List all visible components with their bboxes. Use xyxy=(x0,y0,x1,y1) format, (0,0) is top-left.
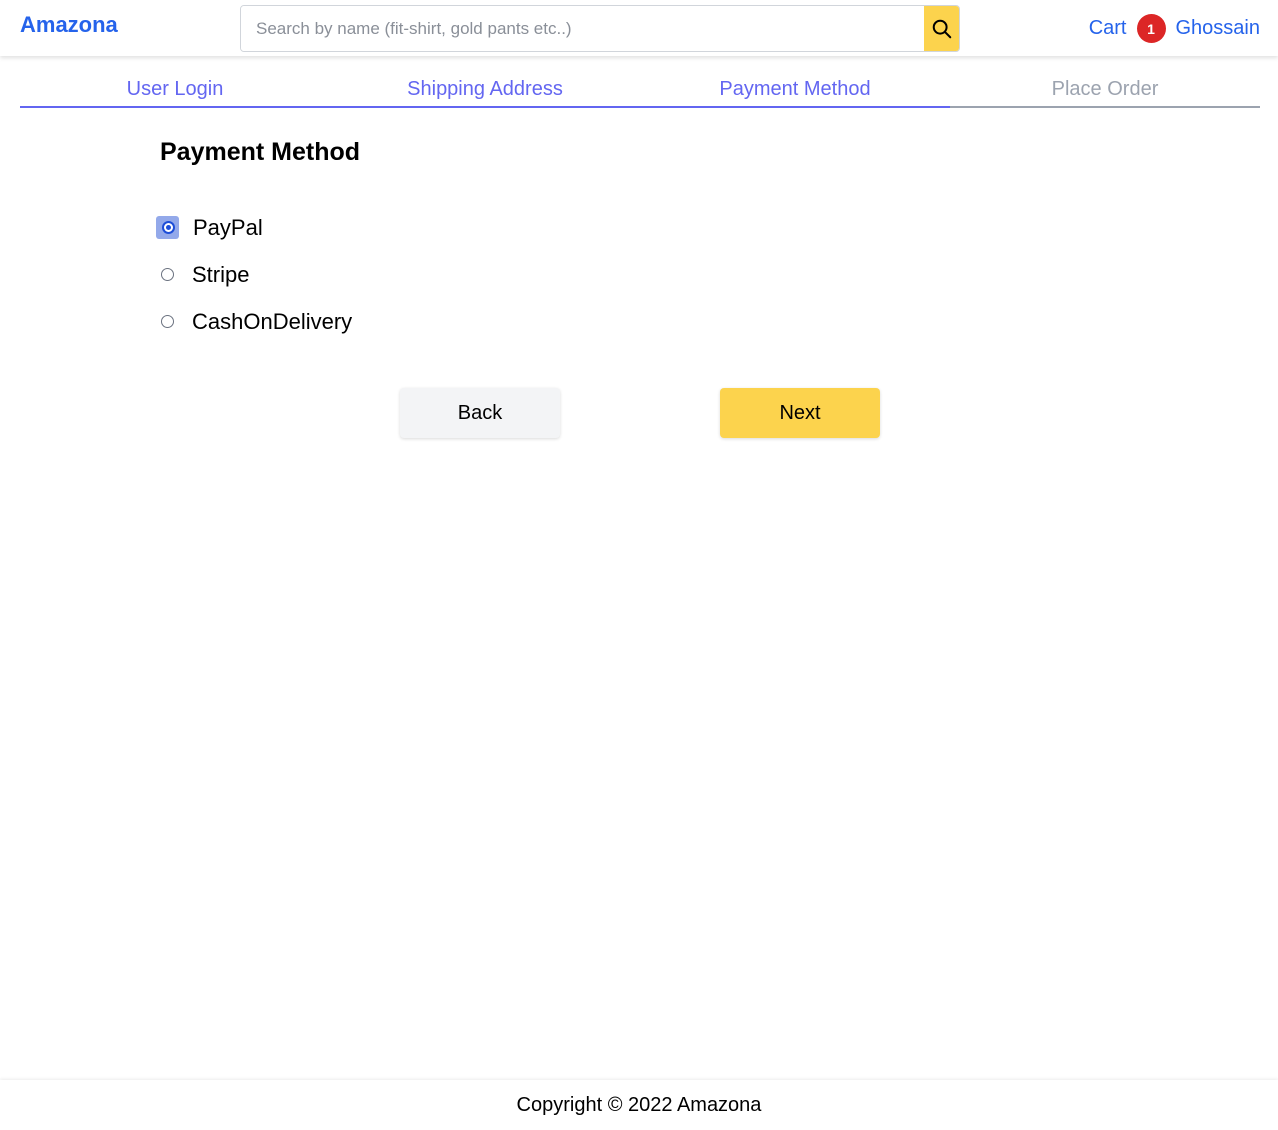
step-shipping-address: Shipping Address xyxy=(330,78,640,108)
payment-option-cash-on-delivery: CashOnDelivery xyxy=(160,289,880,354)
checkout-steps: User Login Shipping Address Payment Meth… xyxy=(20,78,1260,108)
site-header: Amazona Cart 1 Ghossain xyxy=(0,0,1278,56)
user-menu-link[interactable]: Ghossain xyxy=(1176,17,1261,40)
brand-logo-link[interactable]: Amazona xyxy=(20,12,118,38)
back-button[interactable]: Back xyxy=(400,388,560,438)
search-bar xyxy=(240,5,960,52)
cash-on-delivery-label[interactable]: CashOnDelivery xyxy=(192,309,352,335)
search-button[interactable] xyxy=(924,6,959,51)
radio-focus-ring xyxy=(156,216,179,239)
paypal-label[interactable]: PayPal xyxy=(193,215,263,241)
cart-count-badge: 1 xyxy=(1136,14,1166,43)
stripe-label[interactable]: Stripe xyxy=(192,262,249,288)
step-payment-method: Payment Method xyxy=(640,78,950,108)
page-title: Payment Method xyxy=(160,138,361,166)
header-nav: Cart 1 Ghossain xyxy=(1089,14,1260,43)
step-place-order: Place Order xyxy=(950,78,1260,108)
cart-link[interactable]: Cart xyxy=(1089,17,1127,40)
site-footer: Copyright © 2022 Amazona xyxy=(0,1080,1278,1130)
copyright-text: Copyright © 2022 Amazona xyxy=(516,1093,762,1116)
paypal-radio[interactable] xyxy=(161,221,175,234)
search-input[interactable] xyxy=(241,6,924,51)
step-user-login: User Login xyxy=(20,78,330,108)
search-icon xyxy=(932,19,951,38)
cash-on-delivery-radio[interactable] xyxy=(161,315,174,328)
next-button[interactable]: Next xyxy=(720,388,880,438)
stripe-radio[interactable] xyxy=(161,268,174,281)
form-actions: Back Next xyxy=(400,388,880,438)
payment-method-form: Payment Method PayPal Stripe CashOnDeliv… xyxy=(156,138,880,438)
